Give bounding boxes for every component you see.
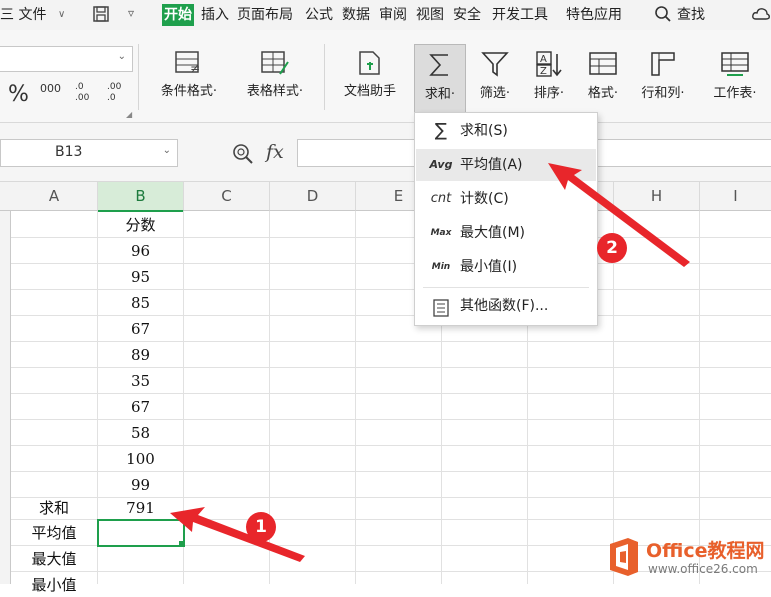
office-logo-icon bbox=[610, 538, 638, 576]
annotation-badge-2: 2 bbox=[597, 233, 627, 263]
watermark-url: www.office26.com bbox=[648, 562, 758, 576]
watermark: Office教程网 www.office26.com bbox=[606, 534, 769, 582]
arrow-1 bbox=[170, 507, 305, 562]
watermark-brand: Office教程网 bbox=[646, 540, 765, 562]
annotation-arrows bbox=[170, 163, 690, 562]
annotation-badge-1: 1 bbox=[246, 512, 276, 542]
